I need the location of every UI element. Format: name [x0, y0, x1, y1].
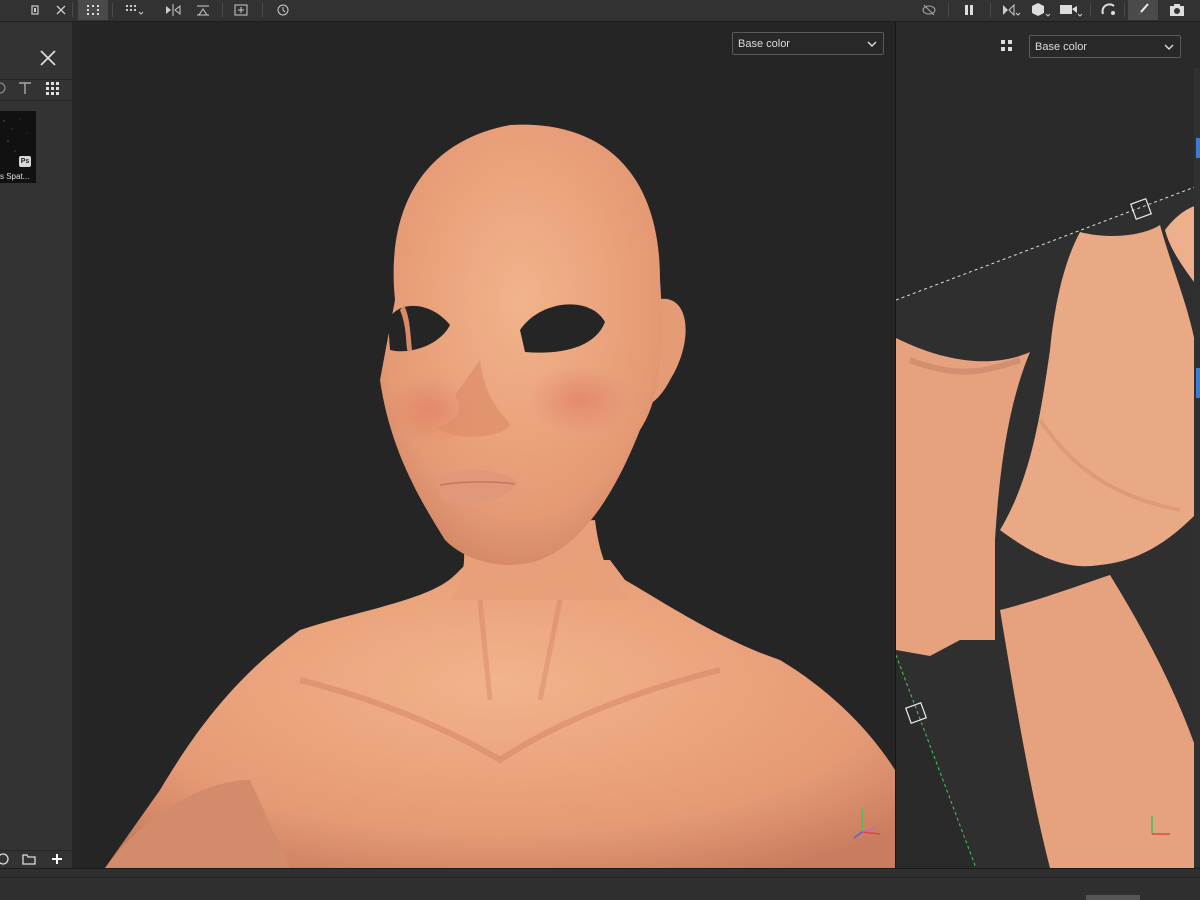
cube-icon[interactable] [1026, 0, 1056, 20]
thumbnail-label: s Spat... [0, 172, 30, 181]
uv-islands [896, 22, 1200, 868]
lights-icon[interactable] [1094, 0, 1124, 20]
history-icon[interactable] [268, 0, 298, 20]
character-model [105, 124, 895, 868]
info-icon[interactable] [999, 38, 1015, 59]
pause-icon[interactable] [954, 0, 984, 20]
axis-gizmo [853, 808, 881, 839]
selection-grid-icon[interactable] [78, 0, 108, 20]
status-scroll-handle[interactable] [1086, 895, 1140, 900]
channel-select-3d-value: Base color [738, 37, 790, 50]
close-panel-icon[interactable] [38, 48, 58, 73]
viewport-2d[interactable]: Base color [896, 22, 1200, 868]
channel-select-2d-value: Base color [1035, 40, 1087, 53]
camera-video-icon[interactable] [1056, 0, 1086, 20]
chevron-down-icon [1164, 44, 1174, 50]
resource-thumbnail[interactable]: Ps s Spat... [0, 111, 36, 183]
align-icon[interactable] [188, 0, 218, 20]
channel-select-2d[interactable]: Base color [1029, 35, 1181, 58]
text-tool-icon[interactable] [16, 80, 34, 96]
grid-options-icon[interactable] [120, 0, 150, 20]
chevron-down-icon [867, 41, 877, 47]
brush-icon[interactable] [1128, 0, 1158, 20]
symmetry-icon[interactable] [158, 0, 188, 20]
filter-icon[interactable] [0, 80, 8, 96]
add-layer-icon[interactable] [226, 0, 256, 20]
uv-axis-gizmo [1151, 816, 1170, 835]
photoshop-badge: Ps [19, 156, 31, 167]
shelf-panel: Ps s Spat... [0, 22, 72, 868]
screenshot-icon[interactable] [1162, 0, 1192, 20]
right-panel-edge[interactable] [1194, 68, 1200, 868]
split-view-icon[interactable] [996, 0, 1026, 20]
status-bar [0, 868, 1200, 900]
hide-icon[interactable] [914, 0, 944, 20]
grid-view-icon[interactable] [44, 80, 62, 96]
viewport-3d[interactable]: Base color [78, 22, 895, 868]
channel-select-3d[interactable]: Base color [732, 32, 884, 55]
top-toolbar [0, 0, 1200, 22]
